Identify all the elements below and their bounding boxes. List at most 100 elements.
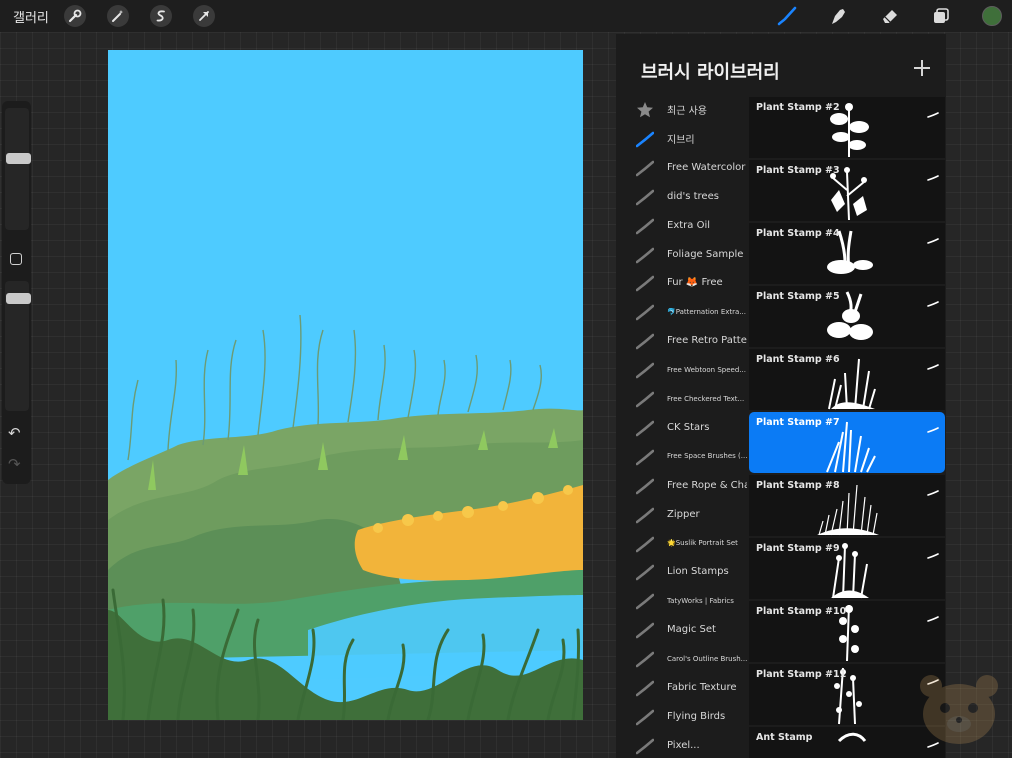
brush-set-label: Free Space Brushes (... [667, 452, 747, 461]
top-toolbar: 갤러리 [0, 0, 1012, 32]
brush-set-label: did's trees [667, 190, 719, 202]
layers-icon[interactable] [930, 5, 952, 27]
brush-set-item[interactable]: Magic Set [616, 615, 748, 644]
undo-icon[interactable]: ↶ [8, 426, 21, 441]
brush-stroke-icon [635, 274, 655, 292]
brush-stroke-icon [635, 419, 655, 437]
brush-stroke-icon [635, 592, 655, 610]
brush-set-label: 🐬Patternation Extra... [667, 307, 746, 316]
brush-set-item[interactable]: Free Rope & Chain [616, 471, 748, 500]
opacity-slider[interactable] [5, 281, 31, 411]
brush-set-label: 🌟Suslik Portrait Set [667, 539, 738, 547]
brush-set-item[interactable]: Free Checkered Text... [616, 384, 748, 413]
brush-set-item[interactable]: Carol's Outline Brush... [616, 644, 748, 673]
painting-artwork [108, 314, 583, 720]
brush-set-item[interactable]: 최근 사용 [616, 95, 748, 124]
brush-set-item[interactable]: Flying Birds [616, 702, 748, 731]
brush-set-item[interactable]: Fur 🦊 Free [616, 268, 748, 297]
brush-stroke-icon [635, 361, 655, 379]
star-icon [636, 101, 654, 119]
brush-set-label: Lion Stamps [667, 566, 729, 578]
gallery-button[interactable]: 갤러리 [13, 7, 49, 26]
brush-set-label: Fabric Texture [667, 682, 737, 693]
brush-set-item[interactable]: CK Stars [616, 413, 748, 442]
brush-stroke-mini-icon [927, 292, 939, 307]
brush-stroke-mini-icon [927, 418, 939, 433]
transform-arrow-icon[interactable] [193, 5, 215, 27]
brush-name: Plant Stamp #4 [756, 228, 840, 239]
brush-stroke-preview [809, 727, 889, 758]
brush-library-panel: 브러시 라이브러리 최근 사용지브리 Free Watercolor did's t… [616, 34, 946, 758]
brush-set-item[interactable]: Lion Stamps [616, 557, 748, 586]
brush-item[interactable]: Plant Stamp #10 [749, 601, 945, 662]
wrench-icon[interactable] [64, 5, 86, 27]
brush-stroke-icon [635, 246, 655, 264]
brush-item[interactable]: Plant Stamp #8 [749, 475, 945, 536]
brush-name: Plant Stamp #11 [756, 669, 847, 680]
brush-set-label: Fur 🦊 Free [667, 277, 723, 289]
brush-set-label: Zipper [667, 508, 700, 520]
bear-watermark-logo [920, 675, 998, 744]
brush-stroke-icon [635, 332, 655, 350]
brush-set-label: TatyWorks | Fabrics [667, 596, 734, 605]
brush-size-slider[interactable] [5, 108, 31, 230]
brush-stroke-icon [635, 448, 655, 466]
brush-set-item[interactable]: Foliage Sample [616, 240, 748, 269]
brush-stroke-mini-icon [927, 355, 939, 370]
panel-title: 브러시 라이브러리 [641, 62, 780, 83]
brush-set-item[interactable]: Extra Oil [616, 211, 748, 240]
brush-item[interactable]: Plant Stamp #9 [749, 538, 945, 599]
eraser-icon[interactable] [879, 5, 901, 27]
add-brush-set-button[interactable] [912, 58, 932, 78]
left-sidebar: ↶ ↷ [2, 101, 31, 484]
brush-item[interactable]: Ant Stamp [749, 727, 945, 758]
brush-stroke-mini-icon [927, 481, 939, 496]
brush-stroke-icon [635, 390, 655, 408]
brush-stroke-mini-icon [927, 103, 939, 118]
brush-set-item[interactable]: TatyWorks | Fabrics [616, 586, 748, 615]
brush-stroke-mini-icon [927, 166, 939, 181]
brush-stroke-icon [635, 679, 655, 697]
brush-item[interactable]: Plant Stamp #7 [749, 412, 945, 473]
brush-size-slider-thumb[interactable] [6, 152, 31, 164]
brush-icon[interactable] [776, 5, 798, 27]
brush-set-item[interactable]: Free Space Brushes (... [616, 442, 748, 471]
brush-stroke-icon [635, 477, 655, 495]
brush-set-item[interactable]: Pixel... [616, 731, 748, 758]
brush-stroke-icon [635, 737, 655, 755]
brush-set-item[interactable]: Free Webtoon Speed... [616, 355, 748, 384]
smudge-icon[interactable] [827, 5, 849, 27]
brush-name: Plant Stamp #7 [756, 417, 840, 428]
brush-set-label: 최근 사용 [667, 106, 707, 117]
brush-set-item[interactable]: 🐬Patternation Extra... [616, 297, 748, 326]
brush-set-item[interactable]: Free Watercolor [616, 153, 748, 182]
brush-item[interactable]: Plant Stamp #3 [749, 160, 945, 221]
brush-set-label: Extra Oil [667, 219, 711, 231]
brush-item[interactable]: Plant Stamp #11 [749, 664, 945, 725]
modify-button[interactable] [10, 253, 22, 265]
brush-set-item[interactable]: 지브리 [616, 124, 748, 153]
brush-set-item[interactable]: did's trees [616, 182, 748, 211]
brush-item[interactable]: Plant Stamp #2 [749, 97, 945, 158]
brush-set-label: Carol's Outline Brush... [667, 654, 747, 663]
brush-set-label: 지브리 [667, 134, 695, 146]
magic-wand-icon[interactable] [107, 5, 129, 27]
brush-set-item[interactable]: Zipper [616, 500, 748, 529]
selection-icon[interactable] [150, 5, 172, 27]
brush-set-item[interactable]: Fabric Texture [616, 673, 748, 702]
brush-stroke-icon [635, 303, 655, 321]
brush-set-item[interactable]: 🌟Suslik Portrait Set [616, 529, 748, 558]
brush-name: Plant Stamp #9 [756, 543, 840, 554]
brush-name: Ant Stamp [756, 732, 813, 743]
brush-set-label: Flying Birds [667, 710, 726, 722]
redo-icon[interactable]: ↷ [8, 457, 21, 472]
brush-item[interactable]: Plant Stamp #5 [749, 286, 945, 347]
opacity-slider-thumb[interactable] [6, 293, 31, 304]
brush-item[interactable]: Plant Stamp #6 [749, 349, 945, 410]
color-picker-button[interactable] [982, 6, 1002, 26]
brush-item[interactable]: Plant Stamp #4 [749, 223, 945, 284]
drawing-canvas[interactable] [108, 50, 583, 720]
brush-set-label: Pixel... [667, 739, 700, 751]
brush-stroke-icon [635, 563, 655, 581]
brush-set-item[interactable]: Free Retro Pattern [616, 326, 748, 355]
